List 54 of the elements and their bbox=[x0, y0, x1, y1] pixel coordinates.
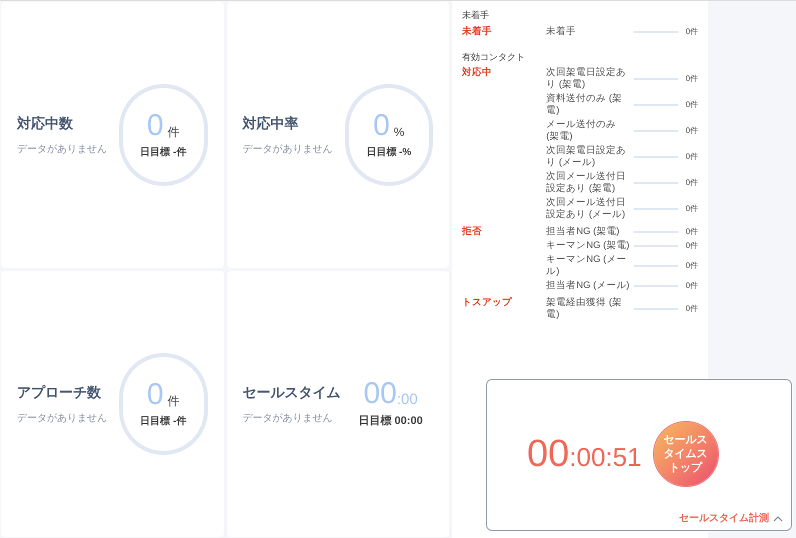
metric-title: セールスタイム bbox=[242, 383, 338, 402]
status-item-label: キーマンNG (架電) bbox=[546, 239, 630, 253]
metric-title: 対応中率 bbox=[242, 114, 300, 133]
status-item-label: 資料送付のみ (架電) bbox=[546, 92, 624, 118]
status-item-label: 次回架電日設定あり (架電) bbox=[546, 66, 628, 92]
metric-unit: :00 bbox=[396, 392, 418, 407]
status-item-label: 架電経由獲得 (架電) bbox=[546, 296, 624, 322]
status-count: 0件 bbox=[686, 203, 698, 215]
metric-value: 0 bbox=[146, 110, 164, 140]
status-count: 0件 bbox=[686, 280, 698, 292]
elapsed-timer: 00:00:51 bbox=[527, 434, 642, 472]
metric-value: 0 bbox=[146, 380, 164, 410]
status-category: 拒否 bbox=[462, 226, 483, 238]
metric-value: 00 bbox=[363, 378, 397, 409]
daily-target: 日目標 -% bbox=[366, 146, 412, 160]
status-item-label: 次回メール送付日設定あり (架電) bbox=[546, 170, 628, 196]
status-category: 未着手 bbox=[462, 26, 493, 38]
status-count: 0件 bbox=[686, 99, 698, 111]
status-group-header: 未着手 bbox=[462, 9, 490, 22]
status-group-header: 有効コンタクト bbox=[462, 50, 526, 64]
status-count: 0件 bbox=[686, 177, 698, 189]
metric-subtitle: データがありません bbox=[242, 412, 334, 426]
status-count: 0件 bbox=[686, 125, 698, 137]
status-count: 0件 bbox=[686, 151, 698, 163]
metric-unit: 件 bbox=[168, 392, 180, 410]
status-category: 対応中 bbox=[462, 67, 493, 79]
status-count: 0件 bbox=[686, 26, 698, 38]
status-item-label: 未着手 bbox=[546, 24, 578, 38]
status-count: 0件 bbox=[686, 73, 698, 85]
status-item-label: キーマンNG (メール) bbox=[546, 253, 628, 279]
status-count: 0件 bbox=[686, 260, 698, 272]
status-item-label: メール送付のみ (架電) bbox=[546, 118, 618, 144]
status-count: 0件 bbox=[686, 303, 698, 315]
status-category: トスアップ bbox=[462, 297, 513, 309]
daily-target: 日目標 -件 bbox=[140, 146, 186, 160]
metric-subtitle: データがありません bbox=[17, 143, 107, 157]
metric-value: 0 bbox=[373, 110, 390, 140]
daily-target: 日目標 00:00 bbox=[358, 414, 423, 429]
status-count: 0件 bbox=[686, 240, 698, 252]
metric-title: 対応中数 bbox=[17, 114, 74, 133]
metric-title: アプローチ数 bbox=[17, 383, 102, 402]
timer-footer-label: セールスタイム計測 bbox=[679, 512, 769, 526]
metric-unit: 件 bbox=[168, 124, 180, 140]
status-count: 0件 bbox=[686, 226, 698, 238]
stop-button[interactable]: セールスタイムストップ bbox=[654, 422, 718, 486]
chevron-up-icon[interactable] bbox=[773, 514, 783, 522]
metric-unit: % bbox=[394, 124, 404, 140]
metric-subtitle: データがありません bbox=[17, 412, 107, 426]
status-item-label: 担当者NG (架電) bbox=[546, 225, 620, 239]
status-item-label: 次回メール送付日設定あり (メール) bbox=[546, 196, 628, 222]
daily-target: 日目標 -件 bbox=[140, 414, 186, 428]
status-item-label: 担当者NG (メール) bbox=[546, 279, 630, 293]
metric-subtitle: データがありません bbox=[242, 143, 332, 157]
status-item-label: 次回架電日設定あり (メール) bbox=[546, 144, 628, 170]
